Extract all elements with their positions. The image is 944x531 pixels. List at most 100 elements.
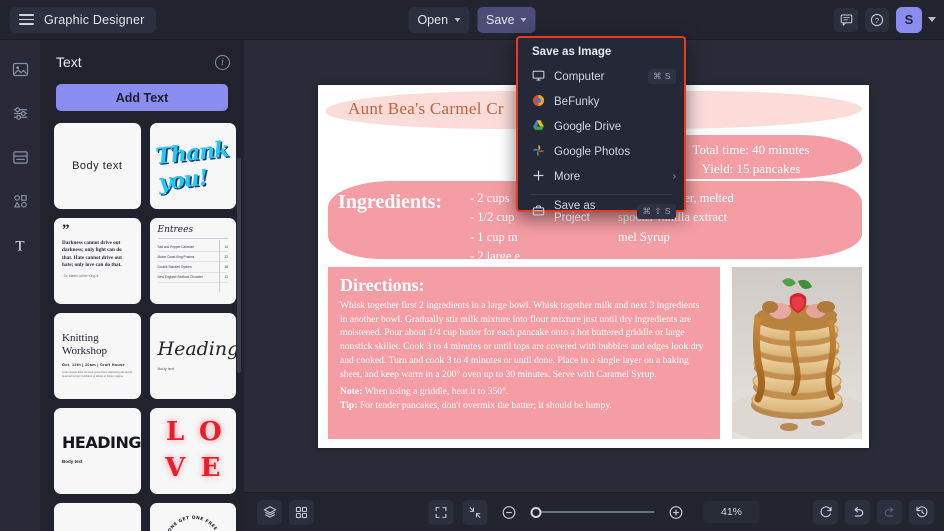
text-template-grid: Body text Thank you! ” Darkness cannot d… <box>54 123 236 531</box>
app-title: Graphic Designer <box>44 12 145 27</box>
divider <box>219 240 220 292</box>
zoom-slider-handle[interactable] <box>530 506 542 518</box>
entrees-item-name: New England Seafood Chowder <box>157 275 203 280</box>
menu-item-more[interactable]: More › <box>518 164 684 189</box>
entrees-row: Maine Coast King Prawns 22 <box>157 252 228 263</box>
save-dropdown-menu[interactable]: Save as Image Computer ⌘ S BeFunky Google D… <box>516 36 686 224</box>
text-template-card-knitting[interactable]: Knitting Workshop Oct. 12th | 10am | Cra… <box>54 313 141 399</box>
menu-item-save-as-project[interactable]: Save as Project ⌘ ⇧ S <box>518 199 684 224</box>
zoom-in-icon[interactable] <box>664 500 689 525</box>
plus-icon <box>532 169 545 185</box>
undo-icon[interactable] <box>845 499 870 525</box>
tool-rail: T <box>0 40 40 531</box>
rail-item-image[interactable] <box>5 54 35 84</box>
rail-item-templates[interactable] <box>5 142 35 172</box>
avatar[interactable]: S <box>896 6 922 33</box>
text-template-card-heading-bold[interactable]: HEADING Body text <box>54 408 141 494</box>
ingredient-item: mel Syrup <box>618 229 670 244</box>
text-template-card-body-text[interactable]: Body text <box>54 123 141 209</box>
google-drive-icon <box>532 119 545 135</box>
save-button[interactable]: Save <box>477 6 536 33</box>
quote-mark-icon: ” <box>62 222 70 238</box>
menu-item-label: Save as Project <box>554 199 596 224</box>
hamburger-icon <box>19 14 34 25</box>
fit-to-screen-icon[interactable] <box>462 499 488 525</box>
entrees-item-price: 18 <box>224 264 228 269</box>
tip-text: For tender pancakes, don't overmix the b… <box>357 399 612 411</box>
briefcase-icon <box>532 204 545 220</box>
chevron-right-icon: › <box>672 171 676 182</box>
love-letter: E <box>200 453 221 484</box>
svg-text:?: ? <box>875 15 879 24</box>
text-template-card-heading-serif[interactable]: Heading Body text <box>149 313 236 399</box>
help-icon[interactable]: ? <box>865 7 889 32</box>
text-panel: Text i Add Text Body text Thank you! ” D… <box>40 40 244 531</box>
add-text-button[interactable]: Add Text <box>56 84 228 111</box>
pancake-stack-photo[interactable] <box>732 267 862 439</box>
layers-icon[interactable] <box>257 499 282 525</box>
avatar-chevron-down-icon[interactable] <box>928 17 936 22</box>
text-template-card-fun[interactable]: FUN <box>54 503 141 531</box>
ingredients-label[interactable]: Ingredients: <box>338 191 442 214</box>
redo-icon[interactable] <box>877 499 902 525</box>
panel-header: Text i <box>40 40 244 70</box>
menu-item-computer[interactable]: Computer ⌘ S <box>518 64 684 89</box>
menu-item-befunky[interactable]: BeFunky <box>518 89 684 114</box>
rail-item-graphics[interactable] <box>5 186 35 216</box>
zoom-level-value[interactable]: 41% <box>703 501 760 523</box>
reset-icon[interactable] <box>813 499 838 525</box>
text-template-card-entrees[interactable]: Entrees Salt and Pepper Calamari 14 Maine … <box>149 218 236 304</box>
rail-item-text[interactable]: T <box>5 230 35 260</box>
entrees-item-name: Double Stacked Oysters <box>157 264 192 269</box>
card-label: Thank you! <box>153 136 229 196</box>
monitor-icon <box>532 69 545 85</box>
zoom-out-icon[interactable] <box>497 500 522 525</box>
open-button[interactable]: Open <box>408 6 470 33</box>
save-label: Save <box>486 12 515 27</box>
note-text: When using a griddle, heat it to 350°. <box>362 386 509 397</box>
info-icon[interactable]: i <box>215 54 230 70</box>
text-template-card-quote[interactable]: ” Darkness cannot drive out darkness; on… <box>54 218 141 304</box>
card-label: LOVE <box>158 415 229 487</box>
menu-item-label: Computer <box>554 70 605 83</box>
card-subtext: Body text <box>62 459 83 464</box>
panel-scrollbar[interactable] <box>237 158 241 373</box>
chat-icon[interactable] <box>834 7 858 32</box>
menu-item-shortcut: ⌘ ⇧ S <box>637 204 676 219</box>
text-template-card-love[interactable]: LOVE <box>149 408 236 494</box>
card-subtext: Body text <box>157 366 175 371</box>
top-bar: Graphic Designer Open Save ? S <box>0 0 944 40</box>
canvas-area[interactable]: Aunt Bea's Carmel Cr Total time: 40 minu… <box>244 36 944 492</box>
directions-note-tip: Note: When using a griddle, heat it to 3… <box>340 385 708 412</box>
bottom-bar: 41% <box>244 492 944 531</box>
svg-text:BUY ONE GET ONE FREE • BUY ONE: BUY ONE GET ONE FREE • BUY ONE GET ONE F… <box>162 515 223 531</box>
knitting-body: Lorem ipsum dolor sit amet consectetur a… <box>62 371 133 379</box>
divider <box>530 194 672 195</box>
menu-item-label: More <box>554 170 581 183</box>
quote-author: - Dr. Martin Luther King Jr. <box>62 273 100 278</box>
google-photos-icon <box>532 144 545 160</box>
menu-item-google-drive[interactable]: Google Drive <box>518 114 684 139</box>
rail-item-edit[interactable] <box>5 98 35 128</box>
entrees-rows: Salt and Pepper Calamari 14 Maine Coast Ki… <box>157 242 228 283</box>
card-label: Body text <box>72 160 123 172</box>
fullscreen-icon[interactable] <box>428 499 454 525</box>
app-menu-button[interactable]: Graphic Designer <box>10 6 157 33</box>
history-icon[interactable] <box>909 499 934 525</box>
text-template-card-bogo[interactable]: BUY ONE GET ONE FREE • BUY ONE GET ONE F… <box>149 503 236 531</box>
chevron-down-icon <box>520 18 527 22</box>
entrees-item-name: Maine Coast King Prawns <box>157 254 195 259</box>
zoom-slider[interactable] <box>530 506 655 518</box>
bogo-ring-text: BUY ONE GET ONE FREE • BUY ONE GET ONE F… <box>162 515 223 531</box>
top-right-actions: ? S <box>834 6 936 33</box>
entrees-item-price: 11 <box>224 275 228 280</box>
panel-title: Text <box>56 54 82 70</box>
file-actions: Open Save <box>408 6 536 33</box>
befunky-logo-icon <box>532 94 545 110</box>
grid-icon[interactable] <box>289 499 314 525</box>
quote-text: Darkness cannot drive out darkness; only… <box>62 239 122 269</box>
entrees-title: Entrees <box>157 225 194 235</box>
text-template-card-thank-you[interactable]: Thank you! <box>149 123 236 209</box>
zoom-slider-track[interactable] <box>541 511 655 513</box>
menu-item-google-photos[interactable]: Google Photos <box>518 139 684 164</box>
